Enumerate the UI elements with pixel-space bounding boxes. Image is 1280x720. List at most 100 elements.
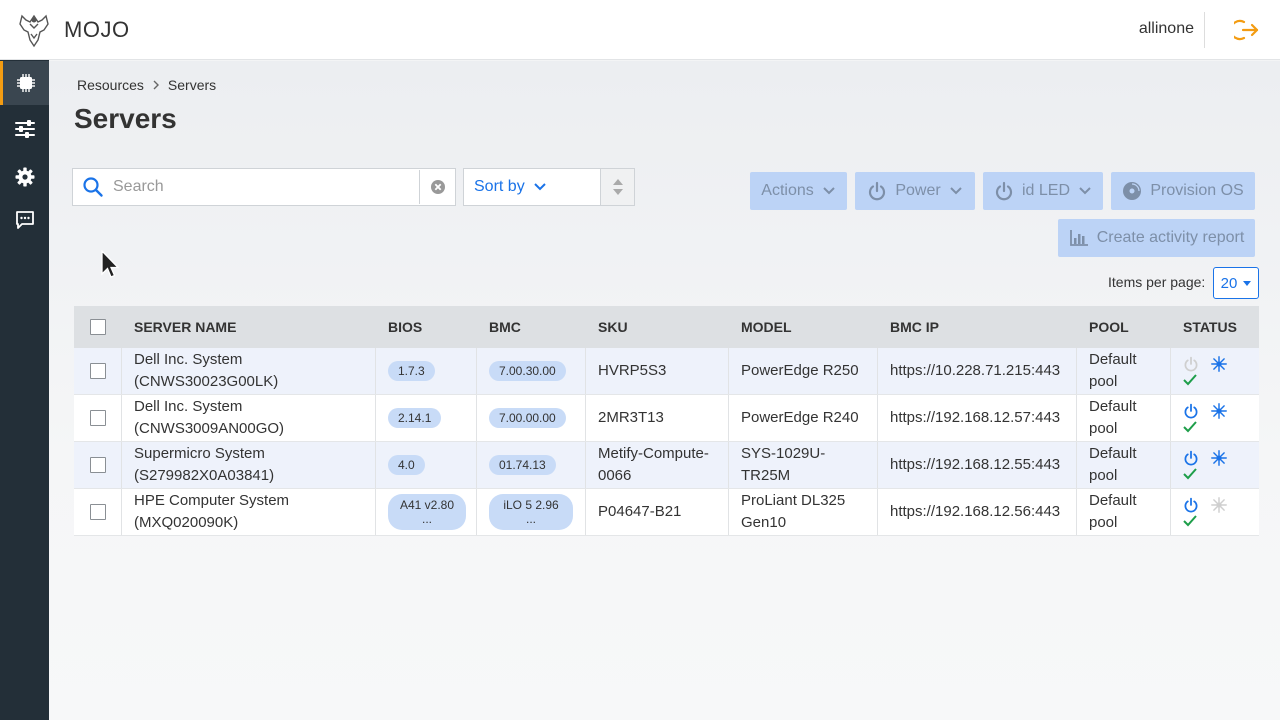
snowflake-icon bbox=[1211, 497, 1227, 513]
bios-cell: 2.14.1 bbox=[376, 395, 477, 441]
items-per-page-select[interactable]: 20 bbox=[1213, 267, 1259, 299]
server-serial: (MXQ020090K) bbox=[134, 514, 239, 531]
model-cell: SYS-1029U-TR25M bbox=[729, 442, 878, 488]
server-serial: (CNWS30023G00LK) bbox=[134, 373, 279, 390]
sku-cell: P04647-B21 bbox=[586, 489, 729, 535]
select-all-checkbox[interactable] bbox=[90, 319, 106, 335]
snowflake-icon bbox=[1211, 356, 1227, 372]
status-cell bbox=[1171, 348, 1259, 394]
sidebar-item-messages[interactable] bbox=[0, 198, 49, 242]
header-model[interactable]: MODEL bbox=[729, 306, 878, 348]
row-checkbox-cell bbox=[74, 395, 122, 441]
pool-cell: Default pool bbox=[1077, 489, 1171, 535]
mouse-cursor-icon bbox=[101, 250, 120, 278]
bmc-badge: 7.00.00.00 bbox=[489, 408, 566, 428]
status-cell bbox=[1171, 395, 1259, 441]
sort-control: Sort by bbox=[463, 168, 635, 206]
row-checkbox-cell bbox=[74, 348, 122, 394]
server-name: Supermicro System bbox=[134, 445, 265, 462]
model-text: ProLiant DL325 Gen10 bbox=[741, 492, 846, 531]
username[interactable]: allinone bbox=[1139, 20, 1194, 38]
main-content: Resources Servers Servers Sort by Action… bbox=[49, 61, 1280, 720]
pool-cell: Default pool bbox=[1077, 395, 1171, 441]
server-name-cell[interactable]: Dell Inc. System (CNWS30023G00LK) bbox=[122, 348, 376, 394]
row-checkbox[interactable] bbox=[89, 504, 106, 520]
create-activity-report-button[interactable]: Create activity report bbox=[1058, 219, 1255, 257]
chevron-down-icon bbox=[1079, 187, 1091, 195]
model-text: SYS-1029U-TR25M bbox=[741, 445, 826, 484]
bmc-badge: 01.74.13 bbox=[489, 455, 556, 475]
pool-line1: Default bbox=[1089, 351, 1137, 368]
create-activity-report-label: Create activity report bbox=[1096, 229, 1245, 246]
server-name-cell[interactable]: HPE Computer System (MXQ020090K) bbox=[122, 489, 376, 535]
breadcrumb-servers: Servers bbox=[167, 77, 217, 93]
header-divider bbox=[1204, 12, 1205, 48]
bmc-cell: 7.00.30.00 bbox=[477, 348, 586, 394]
power-label: Power bbox=[895, 182, 941, 199]
sort-dropdown[interactable]: Sort by bbox=[464, 169, 601, 205]
sku-text: Metify-Compute-0066 bbox=[598, 445, 709, 484]
actions-button[interactable]: Actions bbox=[750, 172, 847, 210]
chat-icon bbox=[15, 211, 34, 229]
bmc-cell: iLO 5 2.96 ... bbox=[477, 489, 586, 535]
sidebar-item-settings-sliders[interactable] bbox=[0, 107, 49, 151]
model-cell: PowerEdge R240 bbox=[729, 395, 878, 441]
check-icon bbox=[1183, 515, 1197, 527]
header-bios[interactable]: BIOS bbox=[376, 306, 477, 348]
header-status[interactable]: STATUS bbox=[1171, 306, 1259, 348]
power-button[interactable]: Power bbox=[855, 172, 975, 210]
server-name-cell[interactable]: Supermicro System (S279982X0A03841) bbox=[122, 442, 376, 488]
bios-cell: 4.0 bbox=[376, 442, 477, 488]
table-row[interactable]: Supermicro System (S279982X0A03841) 4.0 0… bbox=[74, 442, 1259, 489]
search-input[interactable] bbox=[113, 170, 420, 204]
pool-line1: Default bbox=[1089, 492, 1137, 509]
breadcrumb-resources[interactable]: Resources bbox=[77, 77, 144, 93]
logout-icon[interactable] bbox=[1234, 17, 1260, 43]
bmc-ip-cell: https://192.168.12.57:443 bbox=[878, 395, 1077, 441]
bios-cell: 1.7.3 bbox=[376, 348, 477, 394]
pool-cell: Default pool bbox=[1077, 442, 1171, 488]
server-serial: (CNWS3009AN00GO) bbox=[134, 420, 285, 437]
id-led-button[interactable]: id LED bbox=[983, 172, 1103, 210]
breadcrumb: Resources Servers bbox=[77, 77, 216, 93]
header-sku[interactable]: SKU bbox=[586, 306, 729, 348]
pool-line1: Default bbox=[1089, 445, 1137, 462]
clear-search-button[interactable] bbox=[420, 169, 455, 205]
row-checkbox[interactable] bbox=[89, 410, 106, 426]
bmc-ip-cell: https://192.168.12.55:443 bbox=[878, 442, 1077, 488]
header-server-name[interactable]: SERVER NAME bbox=[122, 306, 376, 348]
bmc-ip-cell: https://192.168.12.56:443 bbox=[878, 489, 1077, 535]
header-pool[interactable]: POOL bbox=[1077, 306, 1171, 348]
row-checkbox-cell bbox=[74, 442, 122, 488]
row-checkbox[interactable] bbox=[89, 457, 106, 473]
sidebar bbox=[0, 60, 49, 720]
eagle-logo[interactable] bbox=[14, 10, 54, 50]
sort-direction-toggle[interactable] bbox=[601, 169, 634, 205]
header-bmc-ip[interactable]: BMC IP bbox=[878, 306, 1077, 348]
server-serial: (S279982X0A03841) bbox=[134, 467, 275, 484]
server-name: Dell Inc. System bbox=[134, 351, 243, 368]
power-on-icon bbox=[1184, 403, 1198, 419]
header-bmc[interactable]: BMC bbox=[477, 306, 586, 348]
page-title: Servers bbox=[74, 103, 177, 134]
sliders-icon bbox=[14, 120, 35, 138]
chevron-down-icon bbox=[533, 183, 546, 191]
table-row[interactable]: HPE Computer System (MXQ020090K) A41 v2.8… bbox=[74, 489, 1259, 536]
power-off-icon bbox=[1184, 356, 1198, 372]
table-row[interactable]: Dell Inc. System (CNWS30023G00LK) 1.7.3 7… bbox=[74, 348, 1259, 395]
pool-cell: Default pool bbox=[1077, 348, 1171, 394]
server-name-cell[interactable]: Dell Inc. System (CNWS3009AN00GO) bbox=[122, 395, 376, 441]
cpu-icon bbox=[17, 74, 35, 92]
sidebar-item-resources[interactable] bbox=[0, 61, 49, 105]
row-checkbox[interactable] bbox=[89, 363, 106, 379]
provision-os-button[interactable]: Provision OS bbox=[1111, 172, 1255, 210]
table-row[interactable]: Dell Inc. System (CNWS3009AN00GO) 2.14.1 … bbox=[74, 395, 1259, 442]
check-icon bbox=[1183, 468, 1197, 480]
sidebar-item-config[interactable] bbox=[0, 155, 49, 199]
bmc-badge: 7.00.30.00 bbox=[489, 361, 566, 381]
bios-badge: A41 v2.80 ... bbox=[388, 494, 466, 530]
power-icon bbox=[995, 181, 1013, 201]
power-icon bbox=[869, 181, 886, 201]
snowflake-icon bbox=[1211, 450, 1227, 466]
server-name: HPE Computer System bbox=[134, 492, 290, 509]
